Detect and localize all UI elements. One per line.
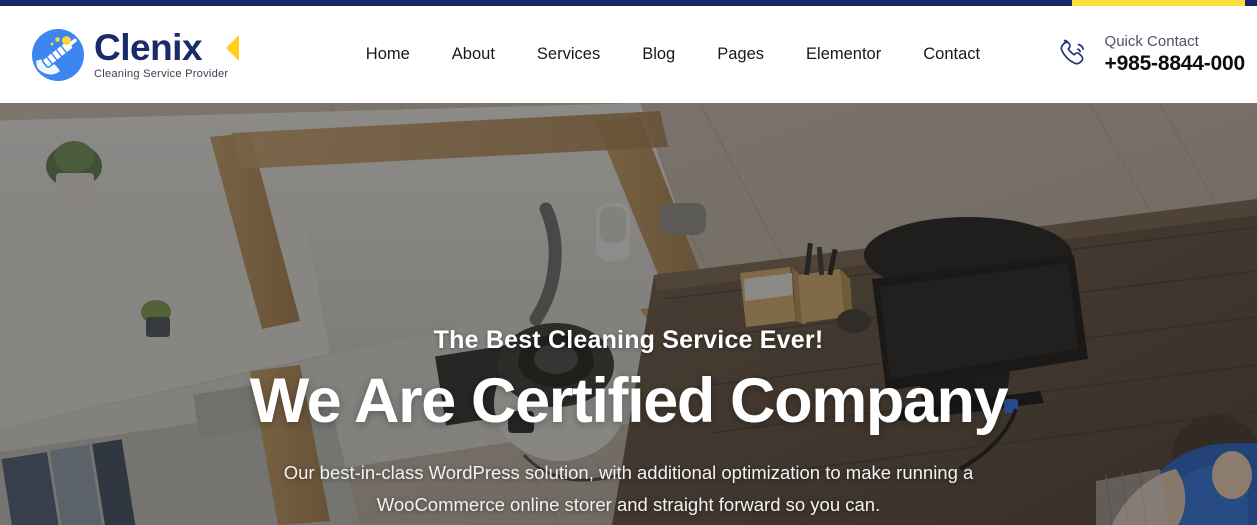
main-navigation: Home About Services Blog Pages Elementor…: [292, 45, 1053, 64]
quick-contact-number[interactable]: +985-8844-000: [1105, 52, 1246, 76]
site-header: Clenix Cleaning Service Provider Home Ab…: [0, 6, 1257, 103]
phone-call-icon: [1054, 35, 1092, 73]
hero-subtitle: The Best Cleaning Service Ever!: [433, 326, 824, 354]
logo-tagline: Cleaning Service Provider: [94, 68, 229, 81]
quick-contact-label: Quick Contact: [1104, 32, 1199, 50]
nav-item-home[interactable]: Home: [366, 45, 410, 64]
top-accent-yellow-segment: [1072, 0, 1245, 6]
logo-wordmark: Clenix: [94, 28, 240, 67]
squeegee-cleaning-tool-icon: [30, 27, 86, 83]
nav-item-blog[interactable]: Blog: [642, 45, 675, 64]
site-logo[interactable]: Clenix Cleaning Service Provider: [30, 27, 240, 83]
landing-page: Clenix Cleaning Service Provider Home Ab…: [0, 0, 1257, 525]
hero-paragraph: Our best-in-class WordPress solution, wi…: [283, 461, 974, 515]
nav-item-pages[interactable]: Pages: [717, 45, 764, 64]
hero-section: The Best Cleaning Service Ever! We Are C…: [0, 103, 1257, 525]
nav-item-services[interactable]: Services: [537, 45, 600, 64]
logo-yellow-accent: [226, 34, 240, 61]
hero-content: The Best Cleaning Service Ever! We Are C…: [0, 103, 1257, 525]
nav-item-about[interactable]: About: [452, 45, 495, 64]
quick-contact-block[interactable]: Quick Contact +985-8844-000: [1054, 33, 1245, 76]
nav-item-elementor[interactable]: Elementor: [806, 45, 881, 64]
nav-item-contact[interactable]: Contact: [923, 45, 980, 64]
hero-title: We Are Certified Company: [249, 366, 1009, 436]
top-accent-bar: [0, 0, 1257, 6]
